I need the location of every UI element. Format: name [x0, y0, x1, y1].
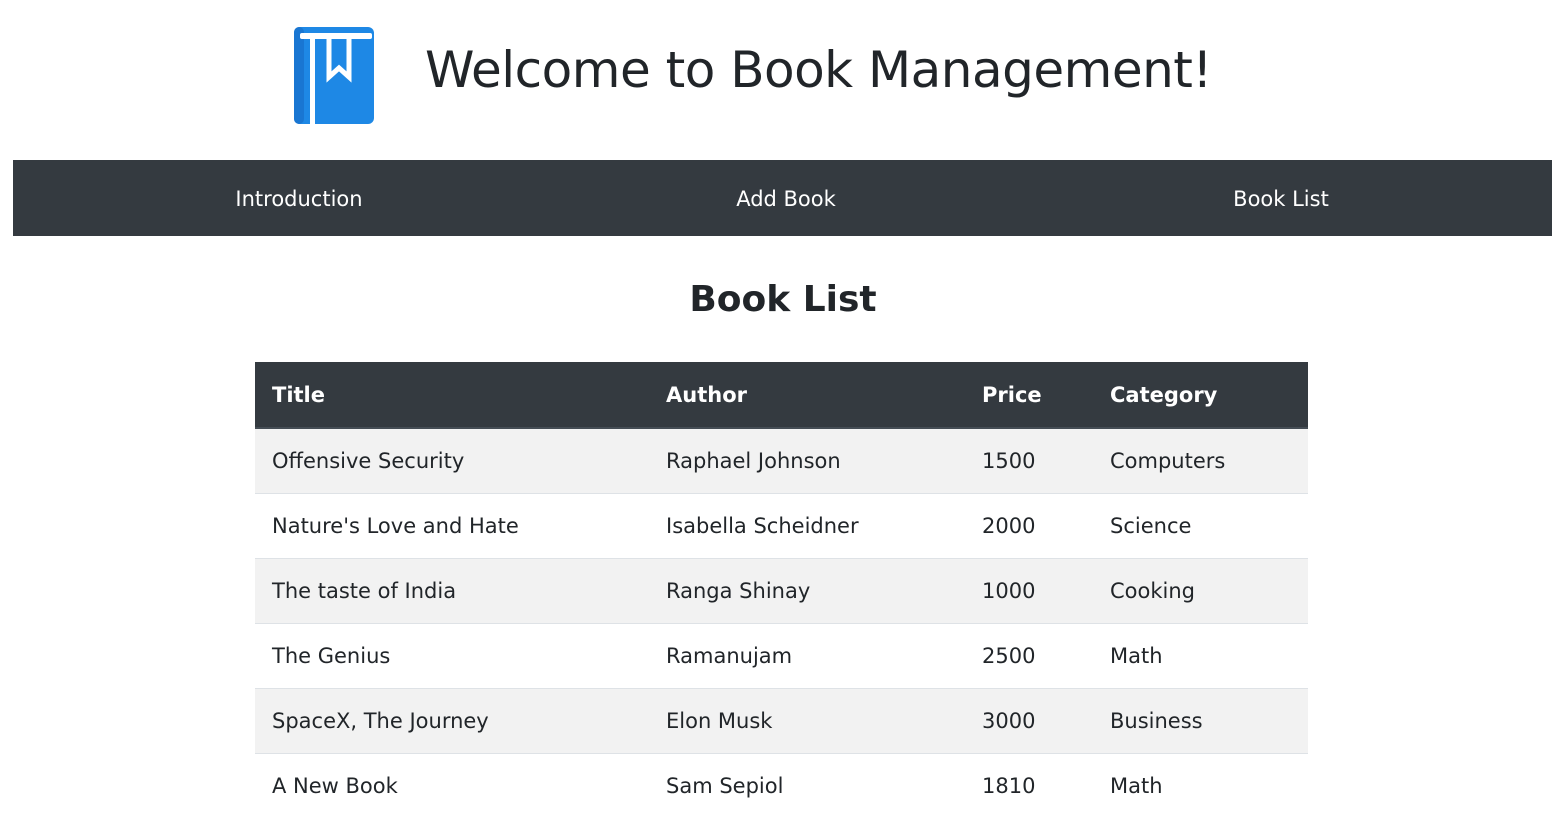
page-heading: Book List — [689, 279, 877, 320]
table-header: Title Author Price Category — [255, 362, 1308, 429]
book-bookmark-icon — [294, 27, 374, 124]
cell-title: Offensive Security — [255, 428, 649, 493]
table-row: Offensive Security Raphael Johnson 1500 … — [255, 428, 1308, 493]
table-body: Offensive Security Raphael Johnson 1500 … — [255, 428, 1308, 818]
cell-title: The taste of India — [255, 557, 649, 623]
column-header-title: Title — [255, 362, 649, 429]
table-row: SpaceX, The Journey Elon Musk 3000 Busin… — [255, 687, 1308, 753]
column-header-category: Category — [1093, 362, 1308, 429]
nav-link-introduction[interactable]: Introduction — [235, 160, 362, 236]
cell-title: Nature's Love and Hate — [255, 492, 649, 558]
site-header: Welcome to Book Management! — [0, 0, 1552, 160]
table-row: The Genius Ramanujam 2500 Math — [255, 622, 1308, 688]
cell-category: Cooking — [1093, 557, 1308, 623]
cell-category: Math — [1093, 622, 1308, 688]
cell-category: Science — [1093, 492, 1308, 558]
nav-link-book-list[interactable]: Book List — [1233, 160, 1329, 236]
cell-category: Math — [1093, 752, 1308, 818]
table-header-row: Title Author Price Category — [255, 362, 1308, 429]
table-row: A New Book Sam Sepiol 1810 Math — [255, 752, 1308, 818]
cell-price: 1810 — [965, 752, 1093, 818]
column-header-author: Author — [649, 362, 965, 429]
cell-title: A New Book — [255, 752, 649, 818]
cell-author: Isabella Scheidner — [649, 492, 965, 558]
cell-title: The Genius — [255, 622, 649, 688]
cell-author: Ranga Shinay — [649, 557, 965, 623]
cell-category: Business — [1093, 687, 1308, 753]
cell-title: SpaceX, The Journey — [255, 687, 649, 753]
cell-price: 1500 — [965, 428, 1093, 493]
cell-price: 3000 — [965, 687, 1093, 753]
table-row: The taste of India Ranga Shinay 1000 Coo… — [255, 557, 1308, 623]
cell-author: Raphael Johnson — [649, 428, 965, 493]
book-table: Title Author Price Category Offensive Se… — [255, 362, 1308, 818]
table-row: Nature's Love and Hate Isabella Scheidne… — [255, 492, 1308, 558]
cell-author: Sam Sepiol — [649, 752, 965, 818]
cell-category: Computers — [1093, 428, 1308, 493]
nav-link-add-book[interactable]: Add Book — [736, 160, 836, 236]
cell-author: Ramanujam — [649, 622, 965, 688]
column-header-price: Price — [965, 362, 1093, 429]
cell-author: Elon Musk — [649, 687, 965, 753]
cell-price: 2500 — [965, 622, 1093, 688]
main-navbar: Introduction Add Book Book List — [13, 160, 1552, 236]
cell-price: 1000 — [965, 557, 1093, 623]
site-title: Welcome to Book Management! — [425, 41, 1212, 99]
cell-price: 2000 — [965, 492, 1093, 558]
